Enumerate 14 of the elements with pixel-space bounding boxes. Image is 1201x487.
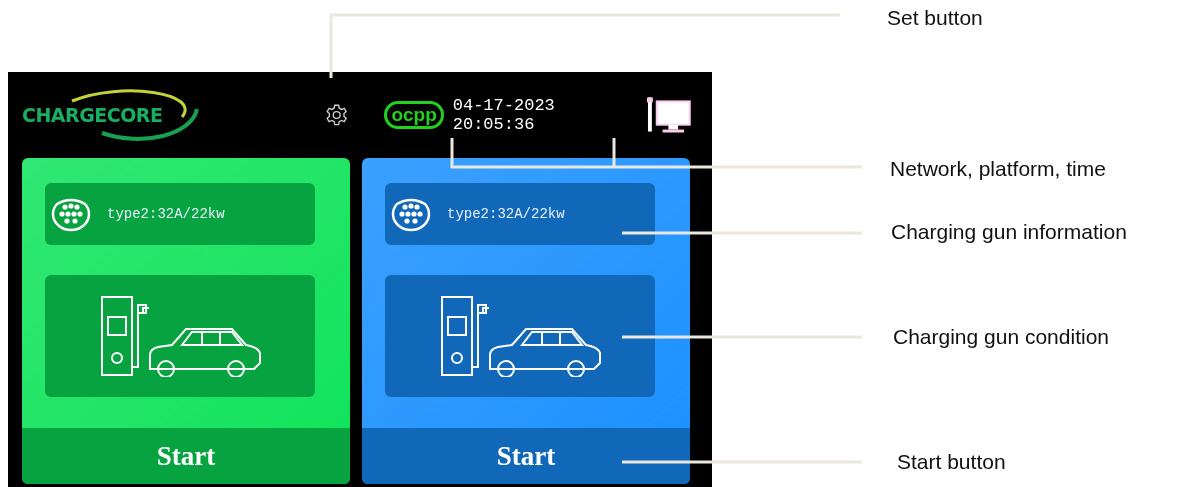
start-button[interactable]: Start bbox=[22, 428, 350, 484]
connector-info: type2:32A/22kw bbox=[447, 206, 565, 222]
logo-text: CHARGECORE bbox=[22, 104, 163, 126]
callout-label: Network, platform, time bbox=[890, 157, 1106, 181]
callout-label: Start button bbox=[897, 450, 1006, 474]
callout-label: Set button bbox=[887, 6, 983, 30]
computer-icon bbox=[647, 95, 692, 135]
start-button[interactable]: Start bbox=[362, 428, 690, 484]
callout-label: Charging gun information bbox=[891, 220, 1127, 244]
protocol-badge: ocpp bbox=[384, 101, 444, 129]
connector-info: type2:32A/22kw bbox=[107, 206, 225, 222]
callout-label: Charging gun condition bbox=[893, 325, 1109, 349]
settings-icon[interactable] bbox=[325, 103, 349, 127]
date-time: 04-17-2023 20:05:36 bbox=[452, 96, 556, 134]
